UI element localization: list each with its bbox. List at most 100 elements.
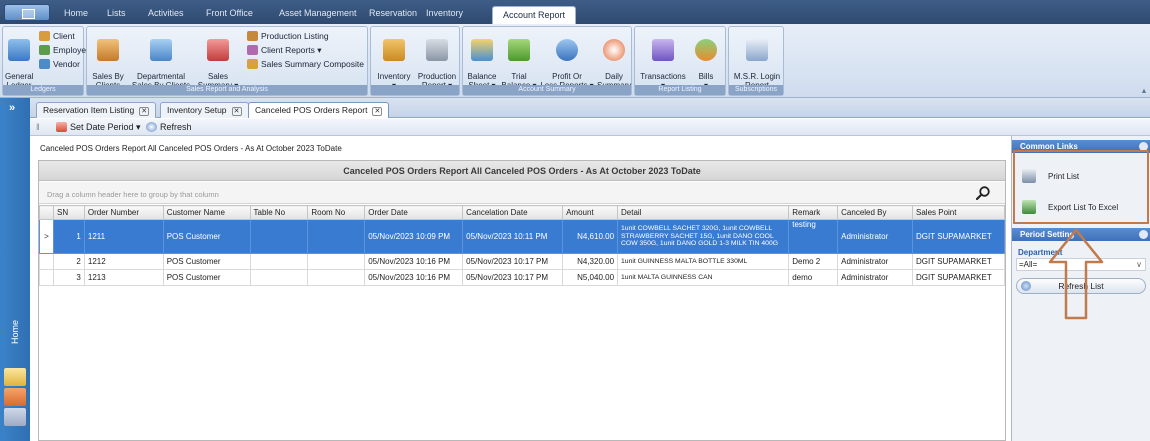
client-button[interactable]: Client <box>39 31 75 42</box>
cell-detail[interactable]: 1unit COWBELL SACHET 320G, 1unit COWBELL… <box>617 219 790 254</box>
ribbon-tab-front-office[interactable]: Front Office <box>206 8 253 18</box>
collapse-icon[interactable] <box>1139 230 1148 239</box>
production-report-button[interactable]: Production Report ▾ <box>415 30 459 90</box>
sales-summary-button[interactable]: Sales Summary ▾ <box>197 30 239 90</box>
nav-strip-yellow[interactable] <box>4 368 26 386</box>
cell-order-date[interactable]: 05/Nov/2023 10:16 PM <box>364 269 464 286</box>
cell-order-date[interactable]: 05/Nov/2023 10:09 PM <box>364 219 464 254</box>
trial-balance-button[interactable]: Trial Balance ▾ <box>501 30 537 90</box>
nav-strip-gray[interactable] <box>4 408 26 426</box>
cell-sn[interactable]: 3 <box>52 269 85 286</box>
column-header-canceled-by[interactable]: Canceled By <box>837 205 913 220</box>
column-header-remark[interactable]: Remark <box>788 205 839 220</box>
cell-customer-name[interactable]: POS Customer <box>162 269 251 286</box>
close-icon[interactable]: ✕ <box>231 107 242 116</box>
daily-summary-button[interactable]: Daily Summary <box>597 30 631 90</box>
cell-customer-name[interactable]: POS Customer <box>162 253 251 270</box>
ribbon-tab-activities[interactable]: Activities <box>148 8 184 18</box>
refresh-label: Refresh <box>160 122 192 132</box>
cell-amount[interactable]: N4,320.00 <box>562 253 619 270</box>
table-row[interactable]: 2 1212 POS Customer 05/Nov/2023 10:16 PM… <box>39 253 1005 270</box>
column-header-amount[interactable]: Amount <box>562 205 619 220</box>
cell-remark[interactable]: testing <box>788 219 839 254</box>
cell-cancel-date[interactable]: 05/Nov/2023 10:11 PM <box>462 219 564 254</box>
cell-amount[interactable]: N5,040.00 <box>562 269 619 286</box>
ribbon-tab-account-report[interactable]: Account Report <box>492 6 577 24</box>
employee-button[interactable]: Employee <box>39 45 91 56</box>
cell-order-number[interactable]: 1213 <box>83 269 164 286</box>
sales-summary-composite-button[interactable]: Sales Summary Composite <box>247 59 364 70</box>
doc-tab-canceled-pos-orders-report[interactable]: Canceled POS Orders Report ✕ <box>248 102 390 118</box>
profit-or-loss-button[interactable]: Profit Or Loss Reports ▾ <box>539 30 595 90</box>
cell-detail[interactable]: 1unit MALTA GUINNESS CAN <box>617 269 790 286</box>
column-header-sales-point[interactable]: Sales Point <box>912 205 1005 220</box>
cell-customer-name[interactable]: POS Customer <box>162 219 251 254</box>
cell-sales-point[interactable]: DGIT SUPAMARKET <box>912 253 1005 270</box>
home-vertical-tab[interactable]: Home <box>10 318 20 344</box>
column-header-order-date[interactable]: Order Date <box>364 205 464 220</box>
doc-tab-reservation-item-listing[interactable]: Reservation Item Listing ✕ <box>36 102 157 118</box>
departmental-sales-button[interactable]: Departmental Sales By Clients <box>129 30 193 90</box>
cell-order-number[interactable]: 1211 <box>83 219 164 254</box>
cell-sn[interactable]: 2 <box>52 253 85 270</box>
transactions-button[interactable]: Transactions ▾ <box>639 30 687 90</box>
cell-canceled-by[interactable]: Administrator <box>837 253 913 270</box>
cell-cancel-date[interactable]: 05/Nov/2023 10:17 PM <box>462 253 564 270</box>
production-listing-button[interactable]: Production Listing <box>247 31 329 42</box>
group-by-panel[interactable]: Drag a column header here to group by th… <box>39 182 1005 204</box>
set-date-period-button[interactable]: Set Date Period ▾ <box>56 122 141 133</box>
column-header-order-number[interactable]: Order Number <box>83 205 164 220</box>
cell-remark[interactable]: Demo 2 <box>788 253 839 270</box>
cell-table-no[interactable] <box>249 253 309 270</box>
column-header-customer-name[interactable]: Customer Name <box>162 205 251 220</box>
sales-clients-icon <box>97 39 119 61</box>
cell-table-no[interactable] <box>249 269 309 286</box>
ribbon-tab-reservation[interactable]: Reservation <box>369 8 417 18</box>
column-header-table-no[interactable]: Table No <box>249 205 309 220</box>
client-reports-button[interactable]: Client Reports ▾ <box>247 45 321 56</box>
column-header-room-no[interactable]: Room No <box>307 205 366 220</box>
refresh-button[interactable]: Refresh <box>146 122 192 132</box>
cell-order-date[interactable]: 05/Nov/2023 10:16 PM <box>364 253 464 270</box>
cell-cancel-date[interactable]: 05/Nov/2023 10:17 PM <box>462 269 564 286</box>
application-menu-button[interactable] <box>4 4 50 21</box>
ribbon-tab-asset-management[interactable]: Asset Management <box>279 8 357 18</box>
table-row[interactable]: > 1 1211 POS Customer 05/Nov/2023 10:09 … <box>39 219 1005 254</box>
column-header-detail[interactable]: Detail <box>617 205 790 220</box>
ribbon-tab-home[interactable]: Home <box>64 8 88 18</box>
doc-tab-inventory-setup[interactable]: Inventory Setup ✕ <box>160 102 249 118</box>
table-row[interactable]: 3 1213 POS Customer 05/Nov/2023 10:16 PM… <box>39 269 1005 286</box>
balance-sheet-button[interactable]: Balance Sheet ▾ <box>465 30 499 90</box>
cell-canceled-by[interactable]: Administrator <box>837 219 913 254</box>
cell-table-no[interactable] <box>249 219 309 254</box>
cell-room-no[interactable] <box>307 219 366 254</box>
cell-amount[interactable]: N4,610.00 <box>562 219 619 254</box>
close-icon[interactable]: ✕ <box>139 107 150 116</box>
nav-strip-orange[interactable] <box>4 388 26 406</box>
general-ledger-button[interactable]: General Ledger <box>5 30 33 90</box>
ribbon-collapse-icon[interactable]: ▴ <box>1142 86 1146 95</box>
msr-login-report-button[interactable]: M.S.R. Login Report <box>731 30 783 90</box>
ribbon-tab-lists[interactable]: Lists <box>107 8 126 18</box>
vendor-button[interactable]: Vendor <box>39 59 80 70</box>
cell-sales-point[interactable]: DGIT SUPAMARKET <box>912 269 1005 286</box>
inventory-report-button[interactable]: Inventory ▾ <box>373 30 415 90</box>
sales-summary-composite-label: Sales Summary Composite <box>261 59 364 69</box>
cell-sales-point[interactable]: DGIT SUPAMARKET <box>912 219 1005 254</box>
cell-sn[interactable]: 1 <box>52 219 85 254</box>
cell-order-number[interactable]: 1212 <box>83 253 164 270</box>
column-header-sn[interactable]: SN <box>52 205 85 220</box>
cell-canceled-by[interactable]: Administrator <box>837 269 913 286</box>
close-icon[interactable]: ✕ <box>372 107 383 116</box>
expand-chevron-icon[interactable]: » <box>9 102 15 114</box>
bills-button[interactable]: Bills ▾ <box>691 30 721 90</box>
chevron-down-icon[interactable]: ∨ <box>1136 259 1142 270</box>
column-header-cancelation-date[interactable]: Cancelation Date <box>462 205 564 220</box>
cell-room-no[interactable] <box>307 269 366 286</box>
cell-remark[interactable]: demo <box>788 269 839 286</box>
ribbon-tab-inventory[interactable]: Inventory <box>426 8 463 18</box>
search-icon[interactable] <box>975 185 991 201</box>
cell-detail[interactable]: 1unit GUINNESS MALTA BOTTLE 330ML <box>617 253 790 270</box>
sales-by-clients-button[interactable]: Sales By Clients <box>91 30 125 90</box>
cell-room-no[interactable] <box>307 253 366 270</box>
